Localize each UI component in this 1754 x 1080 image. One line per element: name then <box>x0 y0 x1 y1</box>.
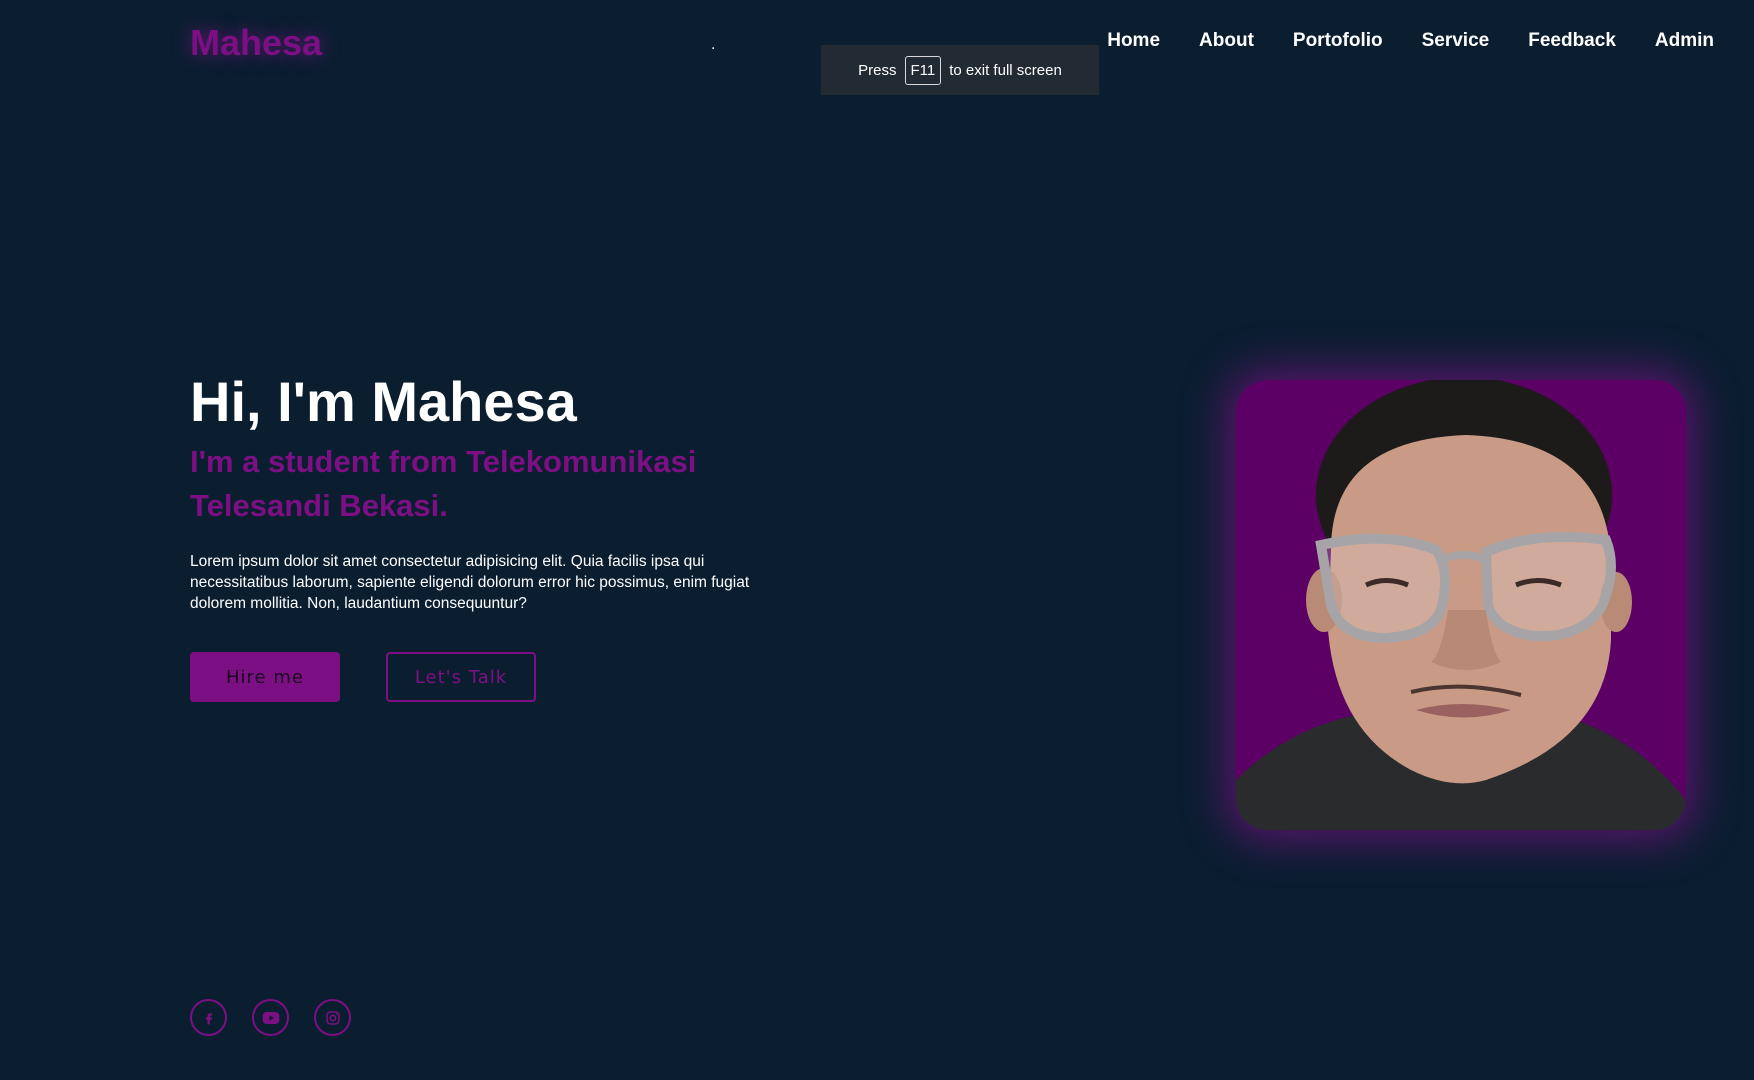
main-nav: Home About Portofolio Service Feedback A… <box>1068 30 1714 52</box>
lets-talk-button[interactable]: Let's Talk <box>386 652 536 703</box>
hero-description: Lorem ipsum dolor sit amet consectetur a… <box>190 553 750 613</box>
nav-feedback[interactable]: Feedback <box>1528 30 1616 52</box>
profile-photo <box>1236 380 1686 830</box>
nav-service[interactable]: Service <box>1422 30 1490 52</box>
hire-me-button[interactable]: Hire me <box>190 652 340 703</box>
logo[interactable]: Mahesa <box>190 22 322 64</box>
instagram-icon <box>325 1010 340 1025</box>
youtube-link[interactable] <box>252 999 289 1036</box>
profile-portrait-illustration <box>1236 380 1686 830</box>
nav-admin[interactable]: Admin <box>1655 30 1714 52</box>
page: Mahesa . Home About Portofolio Service F… <box>0 0 1754 1080</box>
nav-about[interactable]: About <box>1199 30 1254 52</box>
social-links <box>190 999 351 1036</box>
fullscreen-key: F11 <box>904 55 942 85</box>
hero-subtitle: I'm a student from Telekomunikasi Telesa… <box>190 444 697 523</box>
facebook-icon <box>205 1012 212 1024</box>
hero-buttons: Hire me Let's Talk <box>190 652 790 703</box>
facebook-link[interactable] <box>190 999 227 1036</box>
fullscreen-notice-suffix: to exit full screen <box>949 61 1062 79</box>
fullscreen-notice-prefix: Press <box>858 61 897 79</box>
youtube-icon <box>262 1011 279 1024</box>
nav-portofolio[interactable]: Portofolio <box>1293 30 1383 52</box>
fullscreen-notice: Press F11 to exit full screen <box>821 45 1099 95</box>
nav-home[interactable]: Home <box>1107 30 1160 52</box>
hero-title: Hi, I'm Mahesa <box>190 370 577 433</box>
stray-dot: . <box>711 36 716 53</box>
instagram-link[interactable] <box>314 999 351 1036</box>
hero-section: Hi, I'm Mahesa I'm a student from Teleko… <box>190 370 790 703</box>
